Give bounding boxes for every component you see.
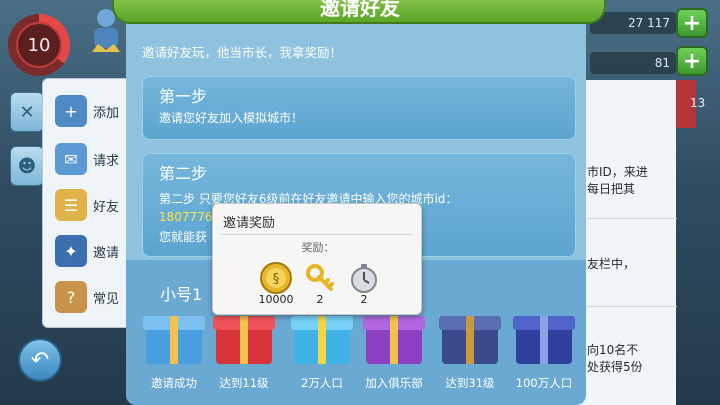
help-book-icon: ?: [55, 281, 87, 313]
milestone-label: 2万人口: [301, 376, 343, 390]
menu-label: 好友: [93, 199, 120, 215]
gift-box-icon[interactable]: [363, 316, 425, 364]
gift-box-icon[interactable]: [513, 316, 575, 364]
tools-button[interactable]: ✕: [10, 92, 44, 132]
right-text-2: 友栏中，: [587, 257, 636, 271]
resource-counter-secondary: 81: [590, 52, 676, 74]
divider: [573, 218, 677, 219]
menu-label: 常见: [93, 291, 120, 307]
level-number: 10: [16, 22, 62, 68]
gift-box-icon[interactable]: [143, 316, 205, 364]
back-button[interactable]: ↶: [18, 338, 62, 382]
popup-subtitle: 奖励：: [301, 241, 335, 254]
reward-value: 10000: [258, 293, 294, 306]
invite-gift-icon: ✦: [55, 235, 87, 267]
menu-label: 添加: [93, 105, 120, 121]
dialog-title: 邀请好友: [320, 0, 400, 20]
friends-button[interactable]: ☻: [10, 146, 44, 186]
step-1-card: 第一步 邀请您好友加入模拟城市！: [142, 76, 576, 140]
milestone-label: 100万人口: [515, 376, 573, 390]
step-text: 您就能获: [159, 230, 208, 244]
city-id: 1807776: [159, 210, 213, 224]
gift-box-icon[interactable]: [439, 316, 501, 364]
dialog-intro: 邀请好友玩，他当市长，我拿奖励！: [142, 45, 343, 60]
level-indicator[interactable]: 10: [8, 14, 70, 76]
divider: [221, 234, 413, 235]
popup-title: 邀请奖励: [223, 216, 276, 231]
step-title: 第二步: [159, 164, 208, 183]
golden-key-icon: [297, 259, 343, 297]
simoleon-coin-icon: §: [253, 259, 299, 297]
svg-text:§: §: [273, 272, 280, 287]
add-friend-icon: +: [55, 95, 87, 127]
speed-up-token-icon: [341, 259, 387, 297]
back-arrow-icon: ↶: [30, 347, 50, 373]
menu-label: 邀请: [93, 245, 120, 261]
request-icon: ✉: [55, 143, 87, 175]
step-text: 邀请您好友加入模拟城市！: [159, 111, 304, 125]
right-text-1: 市ID，来进 每日把其: [587, 165, 648, 196]
divider: [573, 306, 677, 307]
milestone-label: 邀请成功: [151, 376, 197, 390]
people-icon: ☻: [17, 155, 37, 177]
gift-box-icon[interactable]: [291, 316, 353, 364]
right-info-panel: 市ID，来进 每日把其 友栏中， 向10名不 处获得5份: [572, 80, 677, 405]
milestone-label: 达到11级: [219, 376, 269, 390]
menu-label: 请求: [93, 153, 120, 169]
milestone-subtitle: 小号1: [160, 285, 203, 304]
gift-box-icon[interactable]: [213, 316, 275, 364]
right-text-3: 向10名不 处获得5份: [587, 343, 643, 374]
milestone-label: 加入俱乐部: [365, 376, 423, 390]
step-title: 第一步: [159, 87, 208, 106]
reward-value: 2: [316, 293, 324, 306]
add-resource-button-2[interactable]: +: [676, 46, 708, 76]
milestone-label: 达到31级: [445, 376, 495, 390]
friends-list-icon: ☰: [55, 189, 87, 221]
wrench-icon: ✕: [19, 101, 35, 123]
add-resource-button[interactable]: +: [676, 8, 708, 38]
side-number: 13: [690, 96, 706, 110]
reward-value: 2: [360, 293, 368, 306]
invite-reward-popup: 邀请奖励 奖励： § 10000 2 2: [212, 203, 422, 315]
